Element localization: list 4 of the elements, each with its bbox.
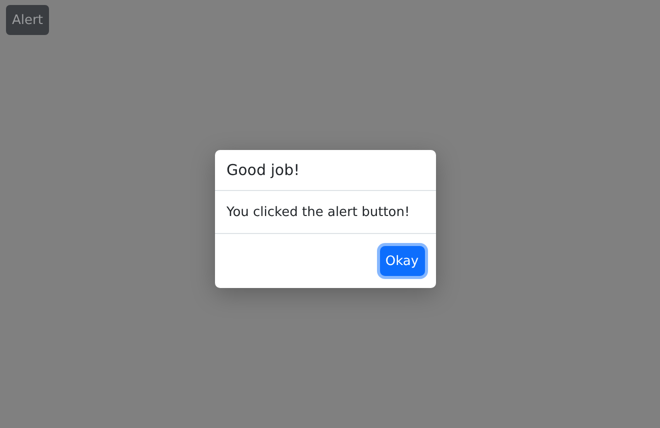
- dialog-message: You clicked the alert button!: [226, 204, 410, 220]
- okay-button[interactable]: Okay: [380, 246, 424, 276]
- dialog-title: Good job!: [226, 161, 300, 179]
- alert-button[interactable]: Alert: [6, 5, 49, 35]
